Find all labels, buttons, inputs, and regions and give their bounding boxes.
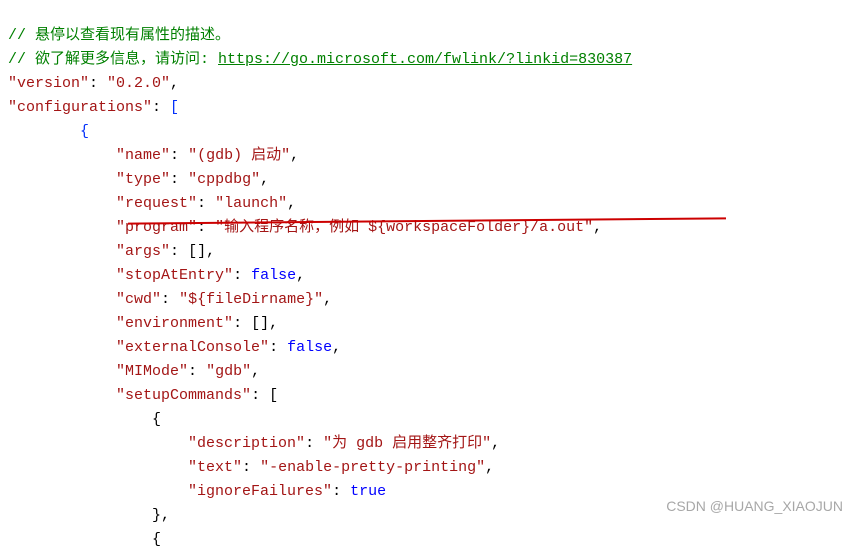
brace-open-3: {	[152, 531, 161, 548]
bracket-open-2: [	[269, 387, 278, 404]
brace-close-2: },	[152, 507, 170, 524]
text-key: "text"	[188, 459, 242, 476]
cwd-key: "cwd"	[116, 291, 161, 308]
name-key: "name"	[116, 147, 170, 164]
externalconsole-key: "externalConsole"	[116, 339, 269, 356]
brace-open-2: {	[152, 411, 161, 428]
configurations-key: "configurations"	[8, 99, 152, 116]
program-value: "输入程序名称，例如 ${workspaceFolder}/a.out"	[215, 219, 593, 236]
version-key: "version"	[8, 75, 89, 92]
program-key: "program"	[116, 219, 197, 236]
watermark: CSDN @HUANG_XIAOJUN	[666, 495, 843, 517]
args-value: []	[188, 243, 206, 260]
text-value: "-enable-pretty-printing"	[260, 459, 485, 476]
request-value: "launch"	[215, 195, 287, 212]
ignorefailures-key: "ignoreFailures"	[188, 483, 332, 500]
ignorefailures-value: true	[350, 483, 386, 500]
comment-line-1: // 悬停以查看现有属性的描述。	[8, 27, 230, 44]
doc-link[interactable]: https://go.microsoft.com/fwlink/?linkid=…	[218, 51, 632, 68]
type-value: "cppdbg"	[188, 171, 260, 188]
args-key: "args"	[116, 243, 170, 260]
comment-line-2-prefix: // 欲了解更多信息，请访问:	[8, 51, 218, 68]
externalconsole-value: false	[287, 339, 332, 356]
cwd-value: "${fileDirname}"	[179, 291, 323, 308]
mimode-value: "gdb"	[206, 363, 251, 380]
environment-key: "environment"	[116, 315, 233, 332]
name-value: "(gdb) 启动"	[188, 147, 290, 164]
stopatentry-key: "stopAtEntry"	[116, 267, 233, 284]
setupcommands-key: "setupCommands"	[116, 387, 251, 404]
stopatentry-value: false	[251, 267, 296, 284]
brace-open: {	[80, 123, 89, 140]
mimode-key: "MIMode"	[116, 363, 188, 380]
environment-value: []	[251, 315, 269, 332]
type-key: "type"	[116, 171, 170, 188]
description-value: "为 gdb 启用整齐打印"	[323, 435, 491, 452]
request-key: "request"	[116, 195, 197, 212]
bracket-open: [	[170, 99, 179, 116]
description-key: "description"	[188, 435, 305, 452]
version-value: "0.2.0"	[107, 75, 170, 92]
code-editor[interactable]: // 悬停以查看现有属性的描述。 // 欲了解更多信息，请访问: https:/…	[8, 0, 845, 552]
